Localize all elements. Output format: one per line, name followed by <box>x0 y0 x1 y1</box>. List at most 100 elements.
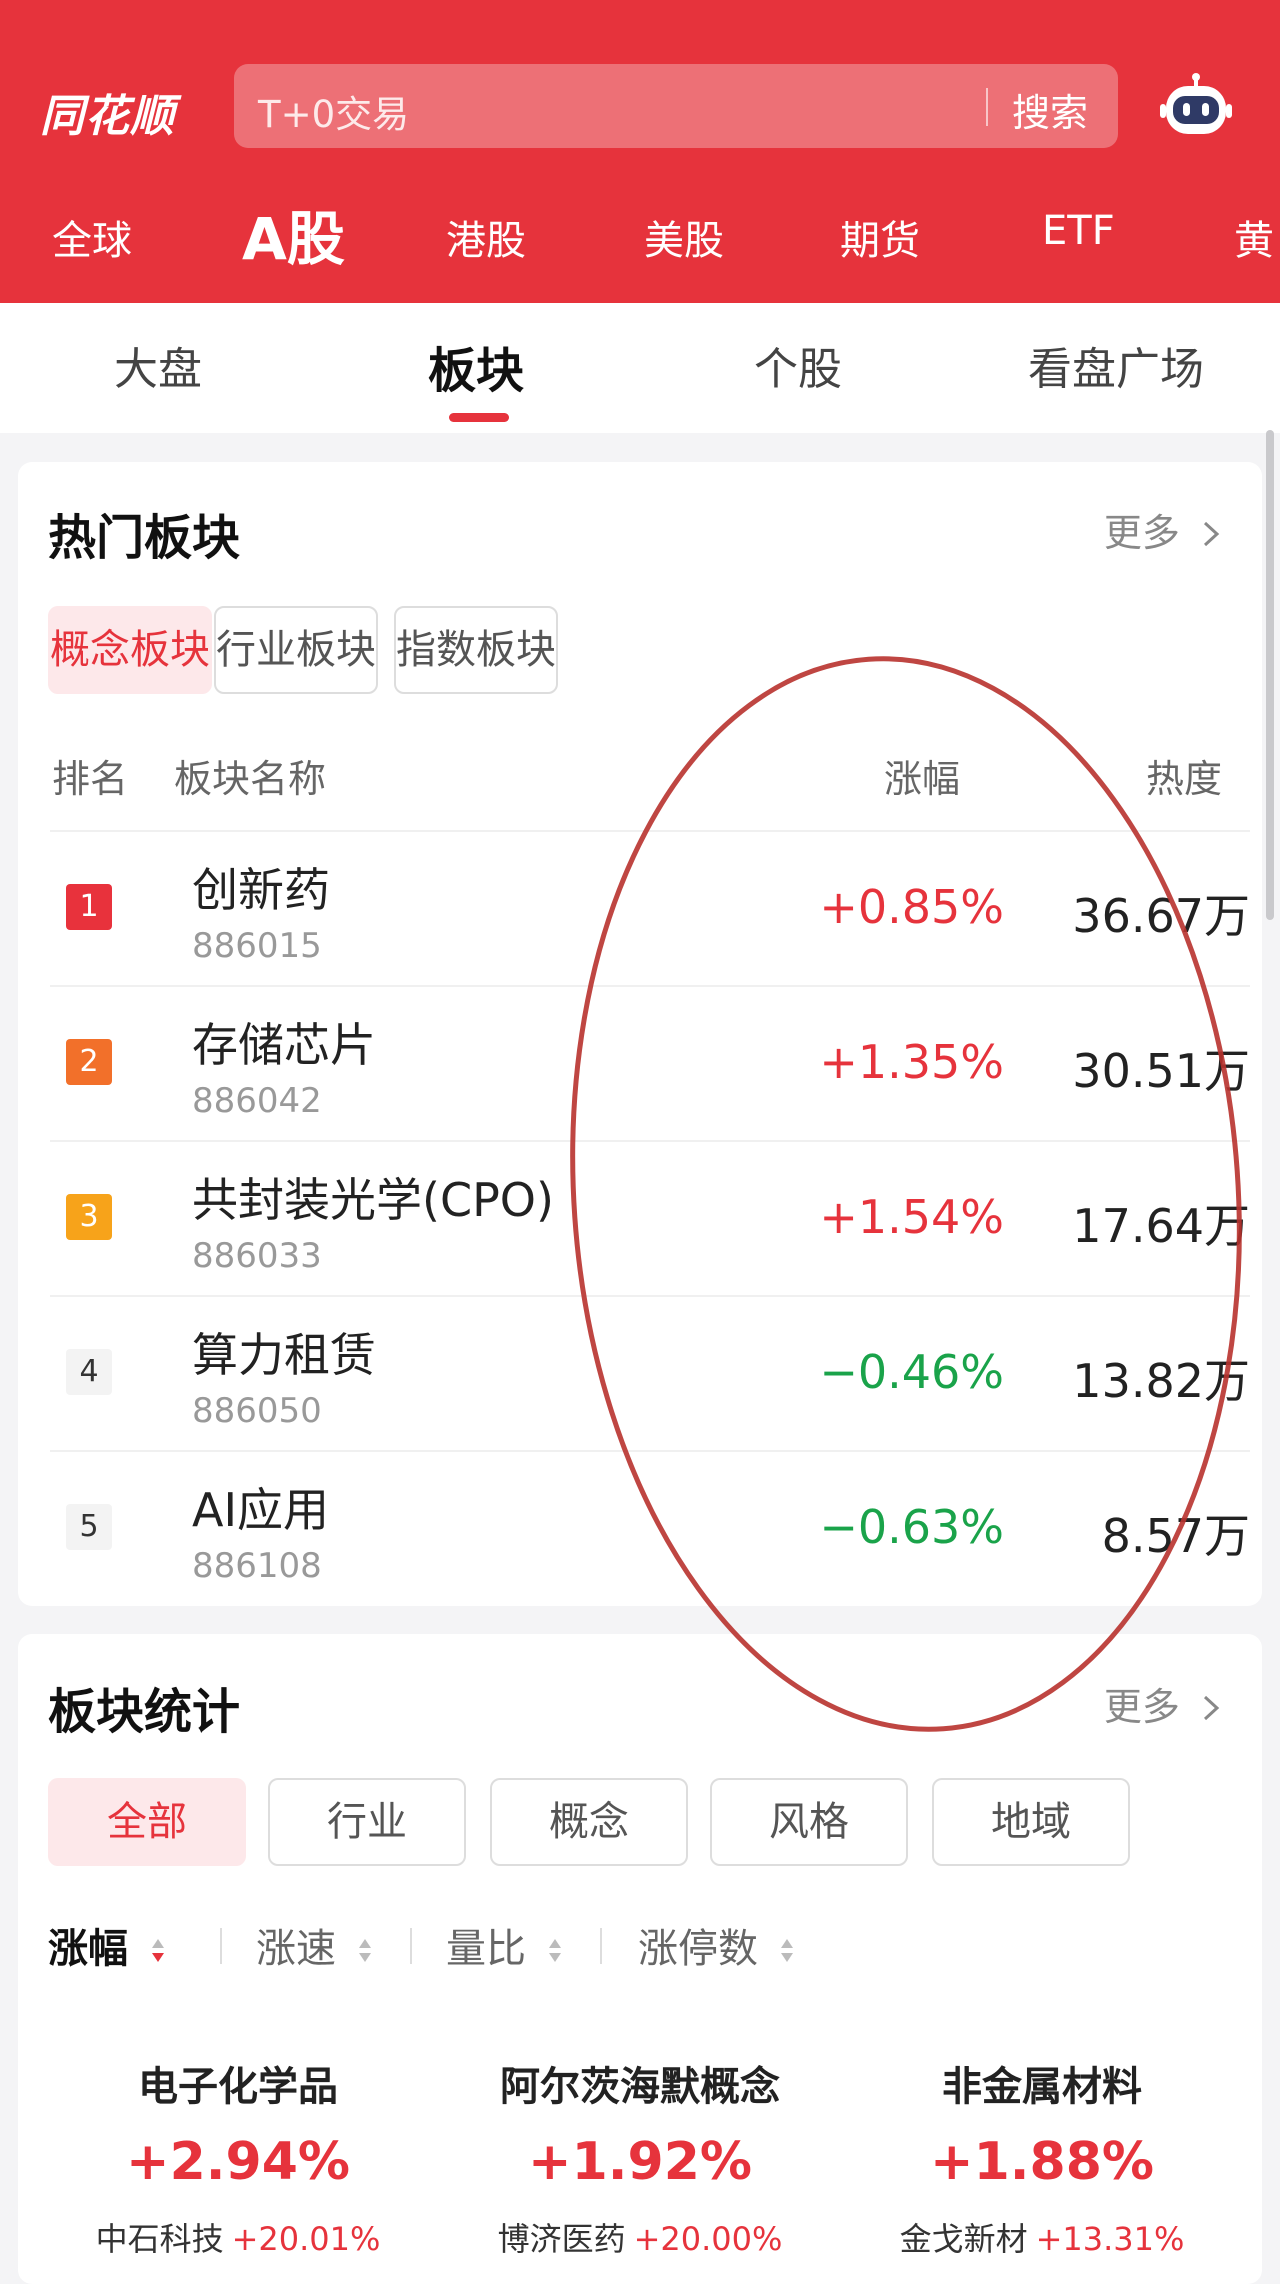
filter-style[interactable]: 风格 <box>710 1778 908 1866</box>
stat-sector-name: 阿尔茨海默概念 <box>500 2064 780 2110</box>
tab-stocks[interactable]: 个股 <box>754 333 842 397</box>
scrollbar[interactable] <box>1266 430 1274 920</box>
sector-stats-more-link[interactable]: 更多 <box>1104 1676 1222 1731</box>
sector-heat: 30.51万 <box>1072 1044 1250 1098</box>
more-label: 更多 <box>1103 1685 1180 1729</box>
search-bar[interactable]: T+0交易 搜索 <box>234 64 1118 148</box>
sector-stat-item[interactable]: 电子化学品 +2.94% 中石科技 +20.01% <box>38 2054 438 2260</box>
tab-us-stocks[interactable]: 美股 <box>644 208 724 266</box>
filter-industry-sector[interactable]: 行业板块 <box>214 606 378 694</box>
sector-stats-card: 板块统计 更多 全部 行业 概念 风格 地域 涨幅 涨速 量比 涨停数 电子化学… <box>18 1634 1262 2284</box>
rank-badge: 4 <box>66 1349 112 1395</box>
search-button[interactable]: 搜索 <box>1012 82 1088 137</box>
robot-assistant-icon[interactable] <box>1160 72 1232 144</box>
sector-name: 共封装光学(CPO) <box>192 1173 554 1227</box>
column-heat[interactable]: 热度 <box>1146 748 1222 803</box>
rank-badge: 5 <box>66 1504 112 1550</box>
sector-code: 886108 <box>192 1546 322 1586</box>
market-tabs: 全球 A股 港股 美股 期货 ETF 黄 <box>0 190 1280 280</box>
stat-sector-name: 非金属材料 <box>942 2064 1142 2110</box>
sort-bar: 涨幅 涨速 量比 涨停数 <box>48 1916 1228 1976</box>
sector-heat: 8.57万 <box>1101 1509 1250 1563</box>
stat-leading-stock: 博济医药 +20.00% <box>440 2214 840 2260</box>
tab-sectors[interactable]: 板块 <box>428 331 524 401</box>
table-row[interactable]: 1 创新药 886015 +0.85% 36.67万 <box>50 830 1250 985</box>
sector-change: +1.54% <box>819 1190 1004 1244</box>
sort-icon <box>358 1939 371 1962</box>
sort-label: 涨停数 <box>638 1926 758 1972</box>
filter-industry[interactable]: 行业 <box>268 1778 466 1866</box>
sort-icon <box>780 1939 793 1962</box>
sector-code: 886015 <box>192 926 322 966</box>
sector-heat: 17.64万 <box>1072 1199 1250 1253</box>
rank-badge: 1 <box>66 884 112 930</box>
sort-by-limit-up-count[interactable]: 涨停数 <box>638 1916 795 1974</box>
tab-a-share[interactable]: A股 <box>242 192 345 276</box>
tab-hk-stocks[interactable]: 港股 <box>446 208 526 266</box>
column-rank: 排名 <box>52 757 129 801</box>
chevron-right-icon <box>1203 1695 1220 1721</box>
sector-name: 存储芯片 <box>192 1018 376 1072</box>
rank-badge: 3 <box>66 1194 112 1240</box>
sector-heat: 36.67万 <box>1072 889 1250 943</box>
sort-desc-icon <box>151 1939 164 1962</box>
sort-by-speed[interactable]: 涨速 <box>256 1916 373 1974</box>
tab-watch-square[interactable]: 看盘广场 <box>1028 333 1204 397</box>
sort-divider <box>410 1928 412 1964</box>
search-input[interactable]: T+0交易 <box>258 84 409 138</box>
table-row[interactable]: 2 存储芯片 886042 +1.35% 30.51万 <box>50 985 1250 1140</box>
hot-sectors-more-link[interactable]: 更多 <box>1104 502 1222 557</box>
stat-leading-stock: 金戈新材 +13.31% <box>842 2214 1242 2260</box>
table-row[interactable]: 5 AI应用 886108 −0.63% 8.57万 <box>50 1450 1250 1605</box>
chevron-right-icon <box>1203 521 1220 547</box>
stat-sector-change: +1.88% <box>930 2132 1154 2192</box>
sub-tabs: 大盘 板块 个股 看盘广场 <box>0 303 1280 433</box>
filter-region[interactable]: 地域 <box>932 1778 1130 1866</box>
leading-stock-change: +13.31% <box>1035 2220 1185 2258</box>
leading-stock-change: +20.00% <box>633 2220 783 2258</box>
sector-stat-item[interactable]: 非金属材料 +1.88% 金戈新材 +13.31% <box>842 2054 1242 2260</box>
sector-code: 886042 <box>192 1081 322 1121</box>
sector-change: +1.35% <box>819 1035 1004 1089</box>
tab-gold[interactable]: 黄 <box>1234 208 1274 266</box>
sector-code: 886033 <box>192 1236 322 1276</box>
sector-code: 886050 <box>192 1391 322 1431</box>
tab-futures[interactable]: 期货 <box>840 208 920 266</box>
filter-concept-sector[interactable]: 概念板块 <box>48 606 212 694</box>
sort-by-change[interactable]: 涨幅 <box>48 1916 166 1974</box>
stat-sector-name: 电子化学品 <box>138 2064 338 2110</box>
stat-sector-change: +2.94% <box>126 2132 350 2192</box>
sector-change: −0.63% <box>819 1500 1004 1554</box>
hot-sectors-title: 热门板块 <box>48 510 241 566</box>
sector-stats-title: 板块统计 <box>48 1684 241 1740</box>
sector-heat: 13.82万 <box>1072 1354 1250 1408</box>
sector-name: 创新药 <box>192 863 330 917</box>
table-row[interactable]: 4 算力租赁 886050 −0.46% 13.82万 <box>50 1295 1250 1450</box>
stat-leading-stock: 中石科技 +20.01% <box>38 2214 438 2260</box>
sort-divider <box>220 1928 222 1964</box>
column-change[interactable]: 涨幅 <box>884 748 960 803</box>
sort-icon <box>548 1939 561 1962</box>
tab-market-overview[interactable]: 大盘 <box>114 333 202 397</box>
leading-stock-change: +20.01% <box>231 2220 381 2258</box>
sort-label: 涨幅 <box>48 1926 128 1972</box>
stat-sector-change: +1.92% <box>528 2132 752 2192</box>
leading-stock-name: 中石科技 <box>95 2220 224 2258</box>
hot-sectors-card: 热门板块 更多 概念板块 行业板块 指数板块 排名 板块名称 涨幅 热度 1 创… <box>18 462 1262 1606</box>
more-label: 更多 <box>1103 511 1180 555</box>
table-row[interactable]: 3 共封装光学(CPO) 886033 +1.54% 17.64万 <box>50 1140 1250 1295</box>
tab-etf[interactable]: ETF <box>1042 208 1115 254</box>
app-header: 同花顺 T+0交易 搜索 全球 A股 港股 美股 期货 ETF 黄 <box>0 0 1280 303</box>
tab-global[interactable]: 全球 <box>52 208 132 266</box>
sort-divider <box>600 1928 602 1964</box>
sort-by-volume-ratio[interactable]: 量比 <box>446 1916 563 1974</box>
filter-index-sector[interactable]: 指数板块 <box>394 606 558 694</box>
leading-stock-name: 博济医药 <box>497 2220 626 2258</box>
rank-badge: 2 <box>66 1039 112 1085</box>
sector-stat-item[interactable]: 阿尔茨海默概念 +1.92% 博济医药 +20.00% <box>440 2054 840 2260</box>
column-sector-name: 板块名称 <box>174 757 327 801</box>
sort-label: 涨速 <box>256 1926 336 1972</box>
filter-concept[interactable]: 概念 <box>490 1778 688 1866</box>
filter-all[interactable]: 全部 <box>48 1778 246 1866</box>
active-tab-indicator <box>449 413 509 422</box>
